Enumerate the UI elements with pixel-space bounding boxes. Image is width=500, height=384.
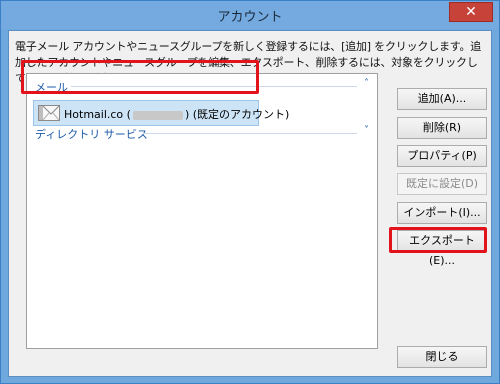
- account-highlight-frame: [21, 60, 259, 94]
- window-close-button[interactable]: ✕: [449, 2, 493, 22]
- title-bar[interactable]: アカウント ✕: [1, 1, 499, 29]
- chevron-down-icon[interactable]: ˅: [364, 125, 369, 136]
- delete-button[interactable]: 削除(R): [397, 117, 487, 139]
- group-divider: [143, 133, 357, 134]
- import-button[interactable]: インポート(I)...: [397, 202, 487, 224]
- account-dialog: アカウント ✕ 電子メール アカウントやニュースグループを新しく登録するには、[…: [0, 0, 500, 384]
- account-list[interactable]: メール ˄ Hotmail.co () (既定のアカウント) ディレクトリ サー…: [26, 73, 378, 349]
- mail-account-icon: [38, 105, 60, 121]
- set-default-button[interactable]: 既定に設定(D): [397, 173, 487, 195]
- account-name: Hotmail.co ( ) (既定のアカウント): [64, 106, 289, 122]
- account-item-hotmail[interactable]: Hotmail.co ( ) (既定のアカウント): [33, 100, 289, 126]
- group-directory-service[interactable]: ディレクトリ サービス ˅: [27, 125, 377, 141]
- window-title: アカウント: [217, 10, 283, 25]
- export-highlight-frame: [389, 227, 487, 253]
- account-name-suffix: ) (既定のアカウント): [184, 108, 290, 121]
- close-button[interactable]: 閉じる: [397, 346, 487, 368]
- redacted-email: [132, 110, 183, 120]
- group-directory-label: ディレクトリ サービス: [35, 128, 148, 141]
- add-button[interactable]: 追加(A)...: [397, 88, 487, 110]
- account-name-prefix: Hotmail.co (: [64, 108, 131, 121]
- chevron-up-icon[interactable]: ˄: [364, 78, 369, 89]
- properties-button[interactable]: プロパティ(P): [397, 145, 487, 167]
